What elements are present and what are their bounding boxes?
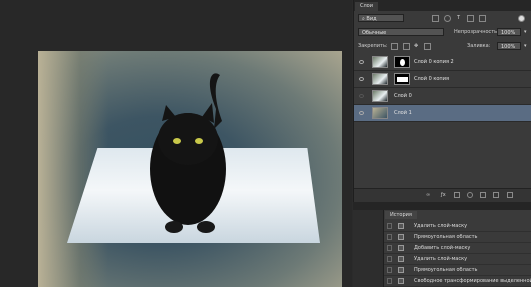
opacity-label: Непрозрачность: <box>454 29 499 35</box>
cat-image <box>150 73 226 233</box>
kind-filter-select[interactable]: ⌕ Вид <box>358 14 404 22</box>
layer-row[interactable]: Слой 0 <box>354 88 531 105</box>
document-image[interactable] <box>38 51 342 287</box>
adjustment-icon[interactable] <box>467 192 473 198</box>
filter-row: ⌕ Вид T <box>354 13 531 25</box>
history-step-icon <box>398 256 404 262</box>
tab-history[interactable]: История <box>385 211 417 219</box>
lock-position-icon[interactable]: ✥ <box>414 42 418 50</box>
history-snapshot-checkbox[interactable] <box>387 234 392 240</box>
history-step-icon <box>398 267 404 273</box>
history-step-icon <box>398 278 404 284</box>
fx-icon[interactable]: ƒx <box>441 191 446 199</box>
history-item[interactable]: Свободное трансформирование выделенной о… <box>384 276 531 287</box>
layer-thumbnail <box>372 90 388 102</box>
new-layer-icon[interactable] <box>493 192 499 198</box>
collapsed-panel-dock <box>353 210 383 287</box>
blend-mode-select[interactable]: Обычные <box>358 28 444 36</box>
chevron-down-icon[interactable]: ▾ <box>524 28 527 36</box>
filter-pixel-icon[interactable] <box>432 15 439 22</box>
eye-icon[interactable] <box>359 77 364 81</box>
mask-icon[interactable] <box>454 192 460 198</box>
layer-name: Слой 0 <box>394 93 412 99</box>
chevron-down-icon[interactable]: ▾ <box>524 42 527 50</box>
history-item[interactable]: Добавить слой-маску <box>384 243 531 254</box>
layer-thumbnail <box>372 73 388 85</box>
filter-toggle-icon[interactable] <box>518 15 525 22</box>
mask-shape <box>397 77 408 82</box>
lock-transparency-icon[interactable] <box>391 43 398 50</box>
fill-input[interactable]: 100% <box>497 42 521 50</box>
history-item-label: Прямоугольная область <box>414 267 478 273</box>
history-panel: История Удалить слой-маску Прямоугольная… <box>383 210 531 287</box>
history-step-icon <box>398 234 404 240</box>
opacity-input[interactable]: 100% <box>497 28 521 36</box>
eye-hidden-icon[interactable] <box>359 94 364 98</box>
eye-icon[interactable] <box>359 60 364 64</box>
history-item[interactable]: Прямоугольная область <box>384 265 531 276</box>
history-item-label: Удалить слой-маску <box>414 223 468 229</box>
lock-label: Закрепить: <box>358 43 388 49</box>
layer-row[interactable]: Слой 0 копия <box>354 71 531 88</box>
history-step-icon <box>398 245 404 251</box>
layers-bottom-bar: ∞ ƒx <box>354 188 531 203</box>
tab-layers[interactable]: Слои <box>355 2 378 11</box>
blend-row: Обычные Непрозрачность: 100% ▾ <box>354 27 531 38</box>
layers-panel: Слои ⌕ Вид T Обычные Непрозрачность: 100… <box>353 0 531 203</box>
history-item-label: Свободное трансформирование выделенной о… <box>414 278 531 284</box>
history-item[interactable]: Удалить слой-маску <box>384 221 531 232</box>
canvas-area[interactable] <box>0 0 352 287</box>
filter-shape-icon[interactable] <box>467 15 474 22</box>
layer-mask-thumbnail[interactable] <box>394 56 410 68</box>
layer-mask-thumbnail[interactable] <box>394 73 410 85</box>
history-item-label: Добавить слой-маску <box>414 245 471 251</box>
eye-icon[interactable] <box>359 111 364 115</box>
history-snapshot-checkbox[interactable] <box>387 278 392 284</box>
layer-thumbnail <box>372 107 388 119</box>
lock-row: Закрепить: ✥ Заливка: 100% ▾ <box>354 41 531 52</box>
mask-shape <box>400 59 405 66</box>
kind-filter-label: Вид <box>366 16 377 22</box>
history-item-label: Удалить слой-маску <box>414 256 468 262</box>
layer-name: Слой 0 копия 2 <box>414 59 454 65</box>
layers-tabbar: Слои <box>354 0 531 11</box>
layer-row-selected[interactable]: Слой 1 <box>354 105 531 122</box>
layer-name: Слой 0 копия <box>414 76 449 82</box>
filter-smart-icon[interactable] <box>479 15 486 22</box>
layer-thumbnail <box>372 56 388 68</box>
layer-name: Слой 1 <box>394 110 412 116</box>
history-snapshot-checkbox[interactable] <box>387 267 392 273</box>
link-icon[interactable]: ∞ <box>426 191 430 199</box>
lock-pixels-icon[interactable] <box>403 43 410 50</box>
lock-all-icon[interactable] <box>424 43 431 50</box>
history-snapshot-checkbox[interactable] <box>387 223 392 229</box>
fill-label: Заливка: <box>467 43 491 49</box>
history-item[interactable]: Удалить слой-маску <box>384 254 531 265</box>
filter-type-icon[interactable]: T <box>457 14 460 22</box>
trash-icon[interactable] <box>507 192 513 198</box>
history-snapshot-checkbox[interactable] <box>387 256 392 262</box>
filter-adjustment-icon[interactable] <box>444 15 451 22</box>
history-snapshot-checkbox[interactable] <box>387 245 392 251</box>
folder-icon[interactable] <box>480 192 486 198</box>
layer-row[interactable]: Слой 0 копия 2 <box>354 54 531 71</box>
panel-gap <box>353 202 531 210</box>
history-item[interactable]: Прямоугольная область <box>384 232 531 243</box>
history-item-label: Прямоугольная область <box>414 234 478 240</box>
history-step-icon <box>398 223 404 229</box>
